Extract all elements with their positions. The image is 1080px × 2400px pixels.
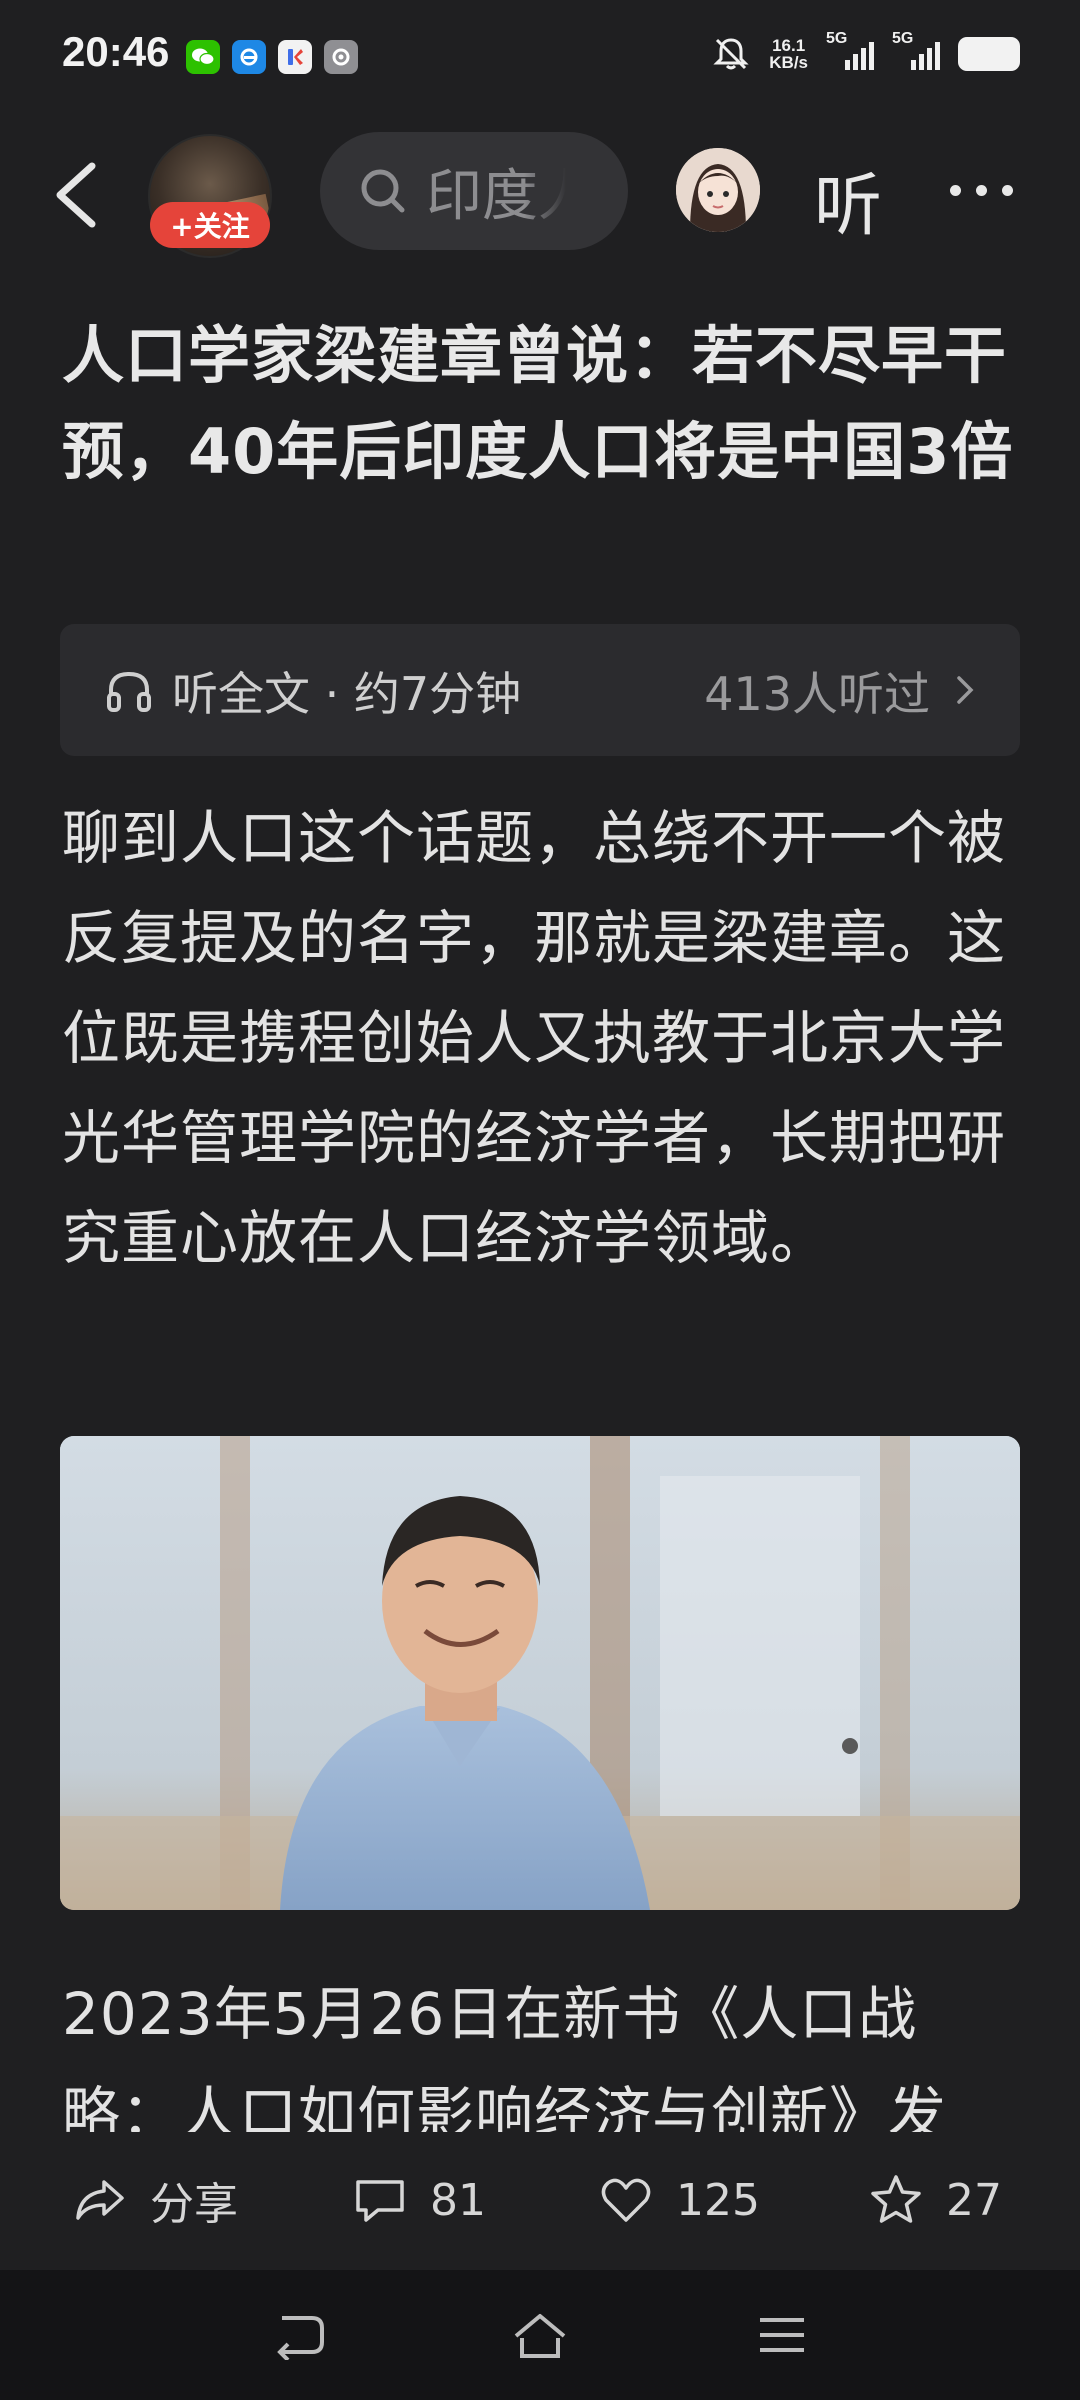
article-paragraph-2: 2023年5月26日在新书《人口战略：人口如何影响经济与创新》发 [62,1980,948,2132]
photo-image [60,1436,1020,1910]
action-bar: 分享 81 125 27 [0,2140,1080,2260]
net-speed-unit: KB/s [769,53,808,72]
app-k-icon [278,40,312,74]
back-button[interactable] [48,160,108,230]
signal-1: 5G [826,30,874,74]
heart-icon [601,2178,651,2222]
share-button[interactable]: 分享 [72,2164,238,2236]
article-photo[interactable] [60,1436,1020,1910]
favorite-button[interactable]: 27 [868,2164,1002,2236]
share-label: 分享 [150,2179,238,2230]
share-icon [76,2180,124,2220]
article-page: 20:46 16.1 KB/s 5G 5G +关注 印度人 听 人口学家梁建章曾… [0,0,1080,2400]
status-right: 16.1 KB/s 5G 5G [711,30,1020,74]
search-placeholder: 印度人口 [426,163,566,229]
comment-button[interactable]: 81 [352,2164,486,2236]
system-home-icon[interactable] [512,2310,568,2360]
search-input[interactable]: 印度人口 [320,132,628,250]
mute-bell-icon [713,38,749,70]
comment-icon [356,2180,404,2222]
wechat-icon [186,40,220,74]
system-back-icon[interactable] [272,2310,328,2360]
system-nav-bar [0,2270,1080,2400]
listener-count: 413人听过 [704,667,930,721]
favorite-count: 27 [946,2174,1002,2226]
listen-button[interactable]: 听 [814,150,882,249]
system-menu-icon[interactable] [754,2310,810,2360]
assistant-face-icon [676,148,760,232]
like-button[interactable]: 125 [598,2164,760,2236]
search-icon [361,169,405,213]
follow-button[interactable]: +关注 [150,202,270,248]
more-options-button[interactable] [950,170,1024,210]
top-nav: +关注 印度人口 听 [0,130,1080,260]
browser-icon [232,40,266,74]
signal-bars-icon [845,42,874,70]
assistant-avatar[interactable] [676,148,760,232]
settings-app-icon [324,40,358,74]
like-count: 125 [676,2174,760,2226]
listen-full-article-bar[interactable]: 听全文 · 约7分钟 413人听过 [60,624,1020,756]
listen-label: 听全文 · 约7分钟 [172,667,522,721]
chevron-right-icon [957,676,974,704]
headphones-icon [107,671,151,712]
comment-count: 81 [430,2174,486,2226]
signal-bars-icon [911,42,940,70]
battery-icon [958,37,1020,71]
status-app-icons [186,40,358,74]
status-time: 20:46 [62,28,170,75]
article-paragraph: 聊到人口这个话题，总绕不开一个被反复提及的名字，那就是梁建章。这位既是携程创始人… [62,804,1007,1272]
signal-2: 5G [892,30,940,74]
status-bar: 20:46 16.1 KB/s 5G 5G [0,0,1080,115]
article-title: 人口学家梁建章曾说：若不尽早干预，40年后印度人口将是中国3倍 [62,319,1014,488]
star-icon [871,2175,921,2223]
net-speed: 16.1 KB/s [769,37,808,71]
net-speed-value: 16.1 [772,36,806,55]
